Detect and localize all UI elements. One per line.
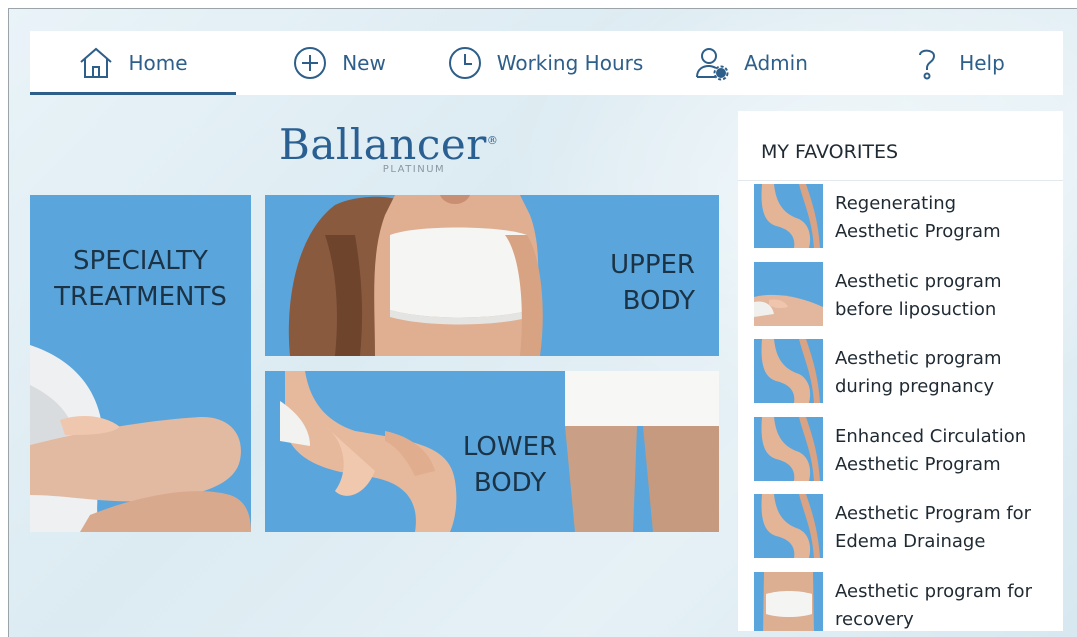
tile-lower-label: LOWER BODY bbox=[445, 429, 575, 501]
plus-circle-icon bbox=[294, 47, 327, 79]
top-nav: Home New Working Hours Admin Help bbox=[30, 31, 1063, 95]
favorite-label-line1: Aesthetic program for bbox=[835, 580, 1032, 602]
tile-specialty-treatments[interactable]: SPECIALTY TREATMENTS bbox=[30, 195, 251, 532]
nav-new-label: New bbox=[342, 51, 386, 75]
favorites-title: MY FAVORITES bbox=[738, 111, 1063, 181]
favorite-label: Aesthetic program for recovery bbox=[835, 578, 1055, 631]
user-gear-icon bbox=[696, 48, 729, 81]
nav-home[interactable]: Home bbox=[30, 31, 236, 95]
favorite-label-line2: before liposuction bbox=[835, 298, 997, 320]
favorite-label: Aesthetic program during pregnancy bbox=[835, 345, 1055, 401]
logo-text: Ballancer bbox=[279, 120, 487, 169]
tile-upper-line1: UPPER bbox=[610, 250, 695, 280]
favorite-thumbnail bbox=[754, 416, 823, 481]
favorite-thumbnail bbox=[754, 184, 823, 248]
favorite-item[interactable]: Aesthetic program before liposuction bbox=[738, 260, 1063, 338]
nav-admin[interactable]: Admin bbox=[648, 31, 854, 95]
favorite-label: Regenerating Aesthetic Program bbox=[835, 190, 1055, 246]
favorite-item[interactable]: Aesthetic Program for Edema Drainage bbox=[738, 492, 1063, 570]
favorite-item[interactable]: Regenerating Aesthetic Program bbox=[738, 182, 1063, 260]
tile-lower-line1: LOWER bbox=[462, 432, 558, 462]
nav-new[interactable]: New bbox=[236, 31, 442, 95]
favorite-thumbnail bbox=[754, 339, 823, 404]
tile-upper-line2: BODY bbox=[622, 286, 695, 316]
clock-icon bbox=[448, 47, 481, 79]
favorite-label-line2: during pregnancy bbox=[835, 376, 995, 398]
home-icon bbox=[80, 47, 113, 78]
tile-upper-body[interactable]: UPPER BODY bbox=[265, 195, 719, 356]
favorites-list: Regenerating Aesthetic Program Aesthetic… bbox=[738, 182, 1063, 631]
tile-specialty-label: SPECIALTY TREATMENTS bbox=[30, 243, 251, 315]
favorite-label-line1: Aesthetic program bbox=[835, 270, 1002, 292]
favorite-item[interactable]: Aesthetic program during pregnancy bbox=[738, 337, 1063, 415]
favorite-label: Aesthetic program before liposuction bbox=[835, 268, 1055, 324]
favorite-item[interactable]: Enhanced Circulation Aesthetic Program bbox=[738, 415, 1063, 493]
nav-working-hours[interactable]: Working Hours bbox=[442, 31, 648, 95]
favorite-label-line1: Regenerating bbox=[835, 193, 957, 214]
brand-logo: Ballancer® PLATINUM bbox=[279, 119, 498, 187]
favorite-label: Aesthetic Program for Edema Drainage bbox=[835, 500, 1055, 556]
favorite-thumbnail bbox=[754, 494, 823, 559]
favorite-label-line2: recovery bbox=[835, 608, 914, 630]
nav-admin-label: Admin bbox=[744, 51, 808, 75]
favorite-label-line1: Enhanced Circulation bbox=[835, 425, 1027, 447]
nav-home-label: Home bbox=[128, 51, 188, 75]
nav-help[interactable]: Help bbox=[854, 31, 1060, 95]
favorite-item[interactable]: Aesthetic program for recovery bbox=[738, 570, 1063, 631]
tile-lower-body[interactable]: LOWER BODY bbox=[265, 371, 719, 532]
favorite-label-line2: Aesthetic Program bbox=[835, 221, 1001, 242]
logo-registered-mark: ® bbox=[486, 134, 499, 147]
nav-working-hours-label: Working Hours bbox=[496, 51, 644, 75]
tile-specialty-line2: TREATMENTS bbox=[54, 282, 227, 312]
favorite-label-line2: Edema Drainage bbox=[835, 531, 986, 553]
question-icon bbox=[919, 49, 936, 80]
favorite-label-line1: Aesthetic program bbox=[835, 348, 1002, 370]
favorites-panel: MY FAVORITES Regenerating Aesthetic Prog… bbox=[738, 111, 1063, 631]
tile-lower-line2: BODY bbox=[473, 468, 547, 498]
favorite-thumbnail bbox=[754, 571, 823, 631]
favorite-label-line2: Aesthetic Program bbox=[835, 453, 1001, 475]
tile-upper-label: UPPER BODY bbox=[565, 247, 695, 319]
tile-specialty-line1: SPECIALTY bbox=[73, 246, 208, 276]
favorite-label-line1: Aesthetic Program for bbox=[835, 503, 1032, 525]
favorite-label: Enhanced Circulation Aesthetic Program bbox=[835, 423, 1055, 479]
favorite-thumbnail bbox=[754, 261, 823, 326]
app-screen: Home New Working Hours Admin Help Ballan… bbox=[8, 8, 1077, 637]
nav-help-label: Help bbox=[959, 51, 1005, 75]
